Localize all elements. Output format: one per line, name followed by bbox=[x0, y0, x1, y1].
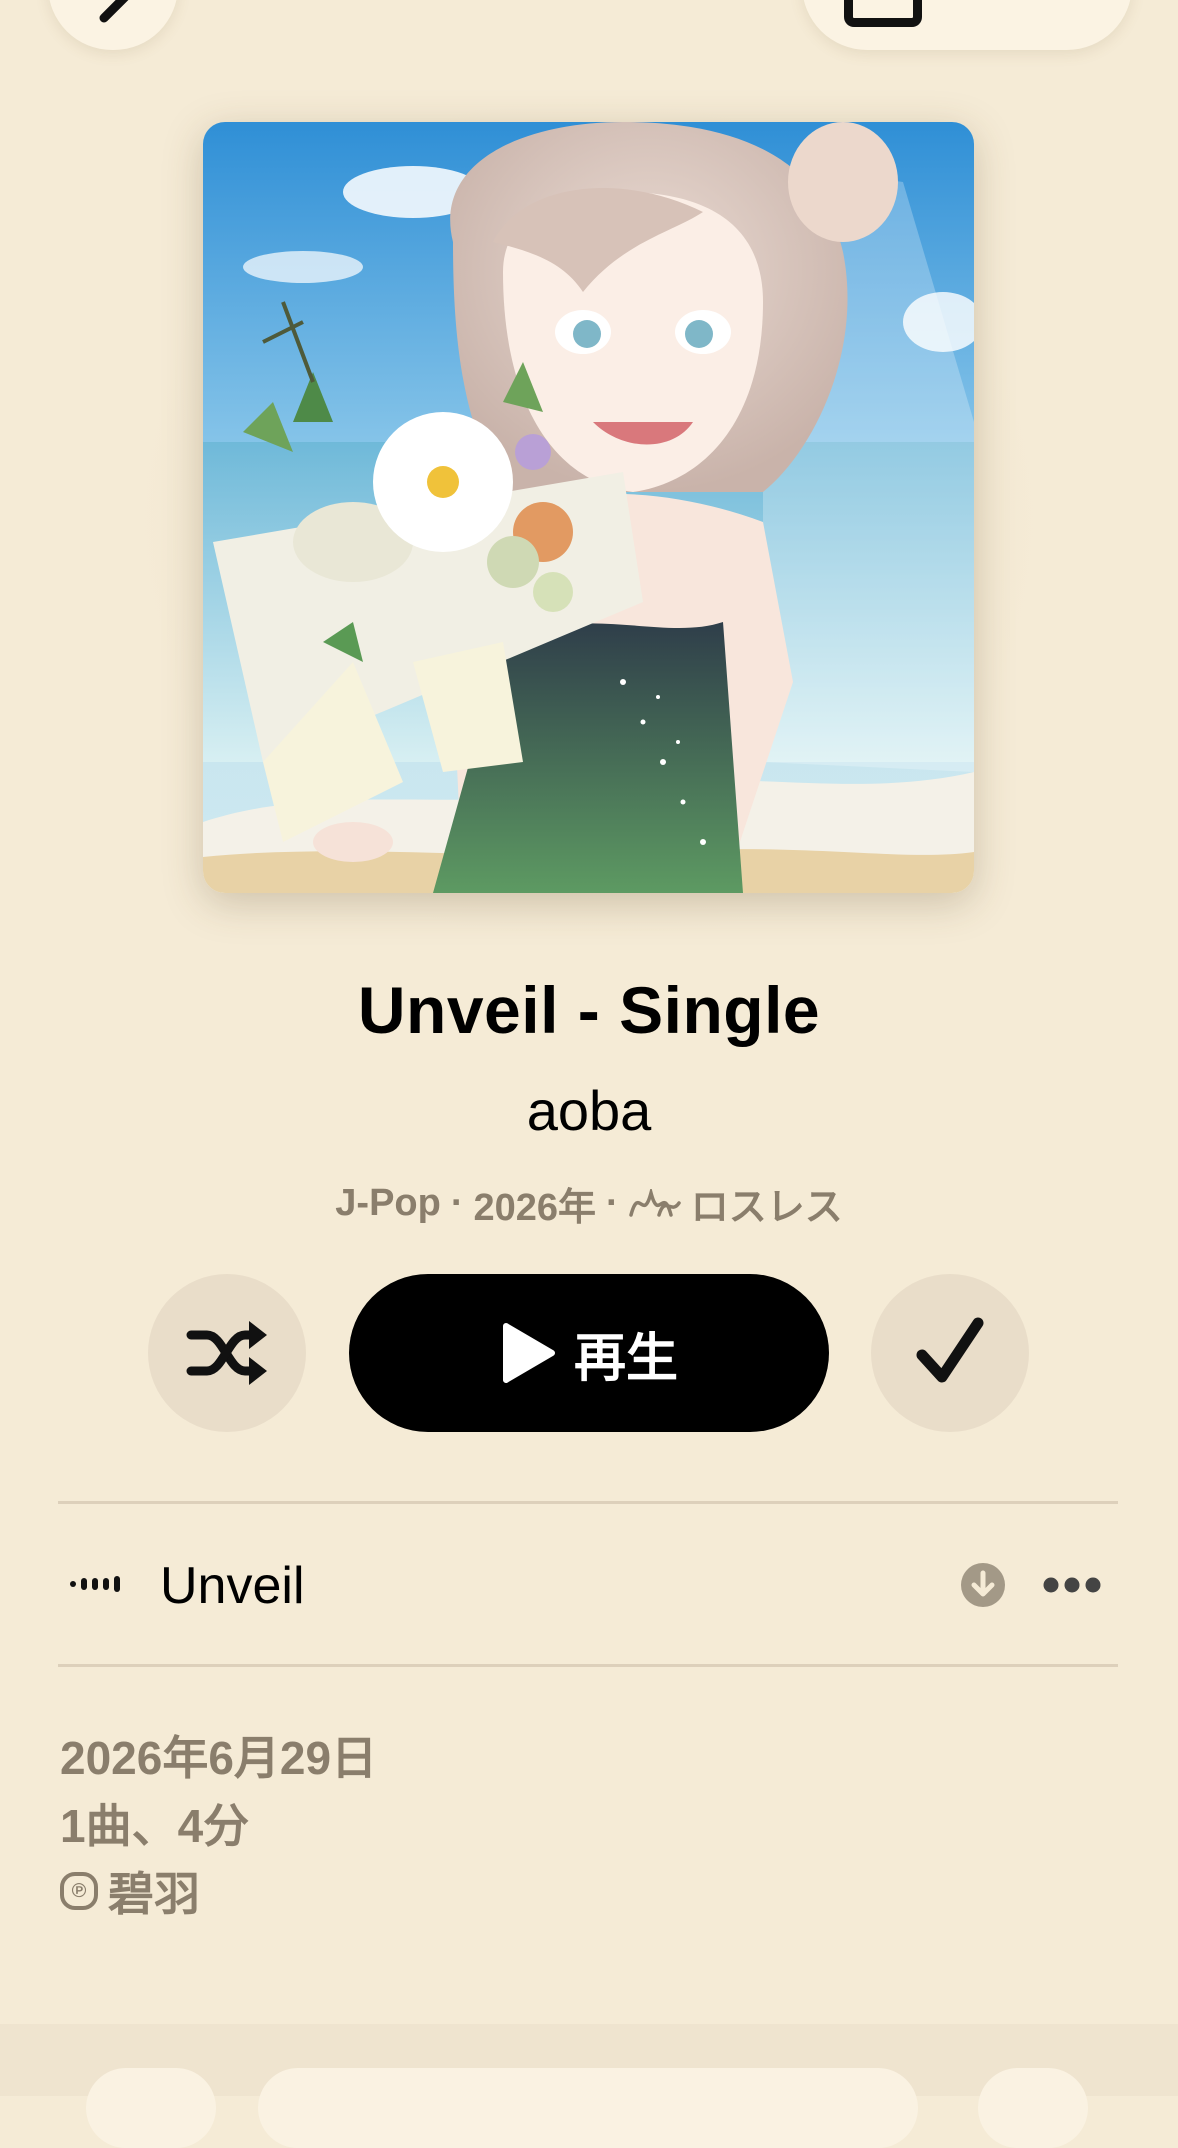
track-row[interactable]: Unveil bbox=[58, 1504, 1118, 1664]
meta-separator: · bbox=[450, 1182, 464, 1224]
play-button[interactable]: 再生 bbox=[349, 1274, 829, 1432]
share-icon bbox=[844, 0, 922, 27]
back-button[interactable] bbox=[48, 0, 178, 50]
now-playing-icon bbox=[70, 1576, 120, 1592]
divider bbox=[58, 1664, 1118, 1667]
chevron-left-icon bbox=[99, 0, 129, 23]
mini-player[interactable] bbox=[258, 2068, 918, 2148]
tab-button[interactable] bbox=[86, 2068, 216, 2148]
album-title: Unveil - Single bbox=[357, 973, 821, 1047]
shuffle-icon bbox=[186, 1321, 267, 1385]
release-date: 2026年6月29日 bbox=[60, 1732, 378, 1784]
copyright-line: ℗ 碧羽 bbox=[60, 1858, 200, 1924]
checkmark-icon bbox=[916, 1317, 984, 1383]
album-artwork bbox=[203, 122, 974, 893]
year-label: 2026年 bbox=[473, 1187, 597, 1229]
meta-separator: · bbox=[606, 1182, 619, 1224]
lossless-icon bbox=[628, 1188, 681, 1217]
search-tab-button[interactable] bbox=[978, 2068, 1088, 2148]
more-options-icon[interactable] bbox=[1042, 1576, 1102, 1594]
phonogram-icon: ℗ bbox=[60, 1872, 98, 1910]
play-label: 再生 bbox=[573, 1329, 678, 1388]
added-to-library-button[interactable] bbox=[871, 1274, 1029, 1432]
genre-label: J-Pop bbox=[335, 1182, 441, 1224]
shuffle-button[interactable] bbox=[148, 1274, 306, 1432]
artist-name[interactable]: aoba bbox=[0, 1078, 1178, 1143]
downloaded-icon bbox=[961, 1563, 1005, 1607]
album-meta: J-Pop · 2026年 · ロスレス bbox=[0, 1176, 1178, 1231]
bottom-bar bbox=[0, 2024, 1178, 2148]
lossless-label: ロスレス bbox=[690, 1187, 843, 1229]
track-title: Unveil bbox=[160, 1557, 305, 1615]
play-icon bbox=[502, 1323, 555, 1383]
track-count: 1曲、4分 bbox=[60, 1800, 250, 1852]
top-actions-button[interactable] bbox=[802, 0, 1132, 50]
copyright-holder: 碧羽 bbox=[108, 1868, 200, 1920]
